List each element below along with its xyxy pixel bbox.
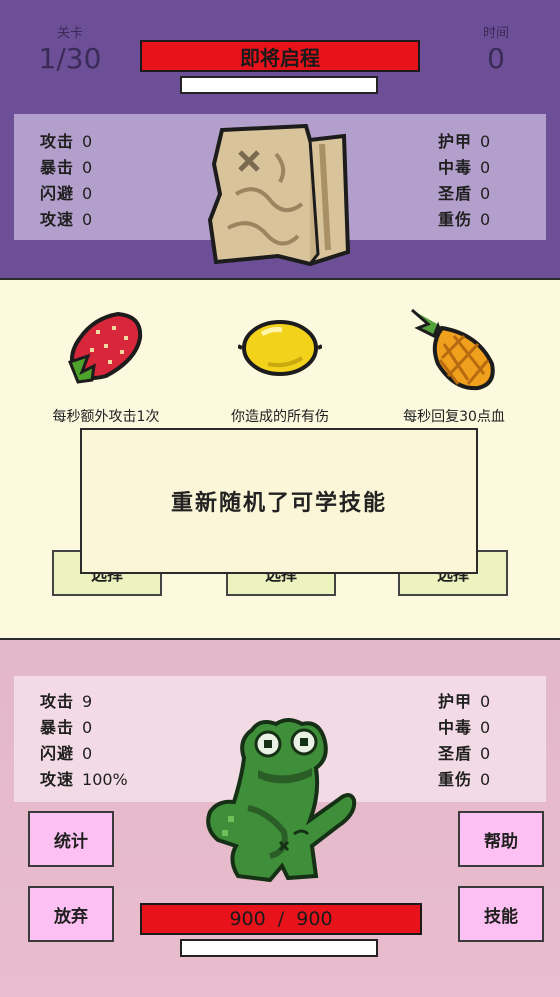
treasure-map-icon bbox=[207, 124, 351, 267]
enemy-stat-armor: 护甲 0 bbox=[438, 132, 491, 151]
reroll-toast: 重新随机了可学技能 bbox=[80, 428, 478, 574]
lemon-icon bbox=[238, 320, 322, 376]
enemy-stat-wound: 重伤 0 bbox=[438, 210, 491, 229]
enemy-stat-dodge: 闪避 0 bbox=[40, 184, 93, 203]
enemy-stat-speed: 攻速 0 bbox=[40, 210, 93, 229]
player-stat-attack: 攻击 9 bbox=[40, 692, 93, 711]
skill-desc-2: 你造成的所有伤 bbox=[231, 409, 329, 425]
help-button[interactable]: 帮助 bbox=[458, 811, 544, 867]
skill-desc-3: 每秒回复30点血 bbox=[403, 409, 505, 425]
enemy-stat-poison: 中毒 0 bbox=[438, 158, 491, 177]
player-stat-poison: 中毒 0 bbox=[438, 718, 491, 737]
give-up-button[interactable]: 放弃 bbox=[28, 886, 114, 942]
enemy-stat-attack: 攻击 0 bbox=[40, 132, 93, 151]
stage-title: 即将启程 bbox=[240, 45, 320, 70]
skill-desc-1: 每秒额外攻击1次 bbox=[52, 409, 160, 425]
player-stat-shield: 圣盾 0 bbox=[438, 744, 491, 763]
player-stat-dodge: 闪避 0 bbox=[40, 744, 93, 763]
stage-title-bar: 即将启程 bbox=[140, 40, 420, 72]
enemy-sub-bar bbox=[180, 76, 378, 94]
level-label: 关卡 bbox=[56, 26, 83, 41]
player-stat-armor: 护甲 0 bbox=[438, 692, 491, 711]
strawberry-icon bbox=[68, 311, 143, 384]
frog-icon bbox=[206, 718, 357, 883]
player-hp-text: 900 / 900 bbox=[229, 908, 333, 930]
level-value: 1/30 bbox=[38, 42, 102, 75]
player-hp-bar: 900 / 900 bbox=[140, 903, 422, 935]
player-sub-bar bbox=[180, 939, 378, 957]
time-value: 0 bbox=[487, 42, 505, 75]
stats-button[interactable]: 统计 bbox=[28, 811, 114, 867]
pineapple-icon bbox=[411, 308, 495, 391]
player-stat-speed: 攻速 100% bbox=[40, 770, 128, 789]
enemy-stat-crit: 暴击 0 bbox=[40, 158, 93, 177]
skills-button[interactable]: 技能 bbox=[458, 886, 544, 942]
player-stat-wound: 重伤 0 bbox=[438, 770, 491, 789]
skill-choice-panel: 每秒额外攻击1次 你造成的所有伤 每秒回复30点血 选择 选择 选择 重新随机了… bbox=[0, 278, 560, 640]
time-label: 时间 bbox=[482, 26, 509, 41]
player-stat-crit: 暴击 0 bbox=[40, 718, 93, 737]
enemy-panel: 关卡 1/30 时间 0 即将启程 攻击 0 暴击 0 闪避 0 攻速 0 护甲 0 中毒… bbox=[0, 0, 560, 278]
reroll-toast-text: 重新随机了可学技能 bbox=[170, 491, 387, 516]
enemy-stat-shield: 圣盾 0 bbox=[438, 184, 491, 203]
